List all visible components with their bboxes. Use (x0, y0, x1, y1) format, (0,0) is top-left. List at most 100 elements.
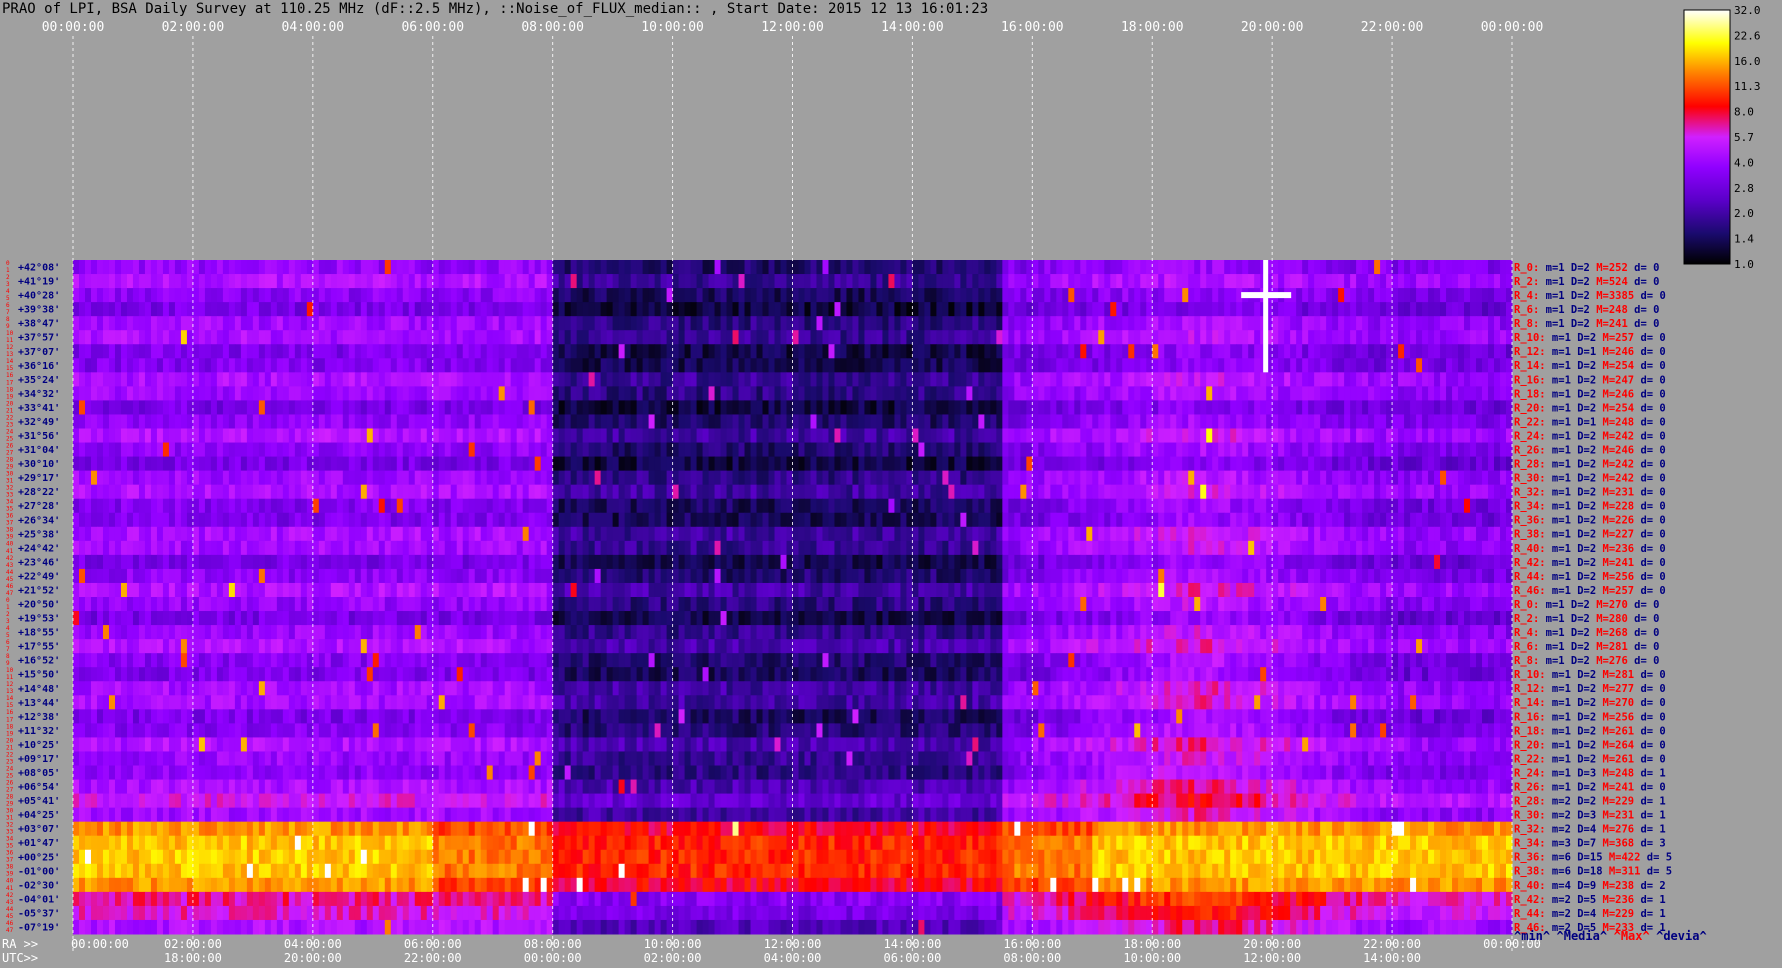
heat-cell (354, 344, 362, 359)
heat-cell (414, 512, 422, 528)
heat-cell (1428, 260, 1435, 275)
heat-cell (1002, 358, 1009, 373)
heat-cell (1038, 512, 1045, 528)
heat-cell (900, 288, 907, 303)
heat-cell (1122, 330, 1129, 345)
heat-cell (1482, 498, 1489, 514)
heat-cell (1440, 330, 1447, 345)
heat-cell (936, 498, 943, 514)
heat-cell (798, 484, 805, 500)
heat-cell (450, 372, 458, 387)
heat-cell (1482, 442, 1489, 458)
heat-cell (570, 498, 578, 514)
heat-cell (1170, 288, 1177, 303)
heat-cell (462, 288, 470, 303)
heat-cell (1392, 288, 1399, 303)
heat-cell (960, 372, 967, 387)
heat-cell (420, 316, 428, 331)
heat-cell (180, 540, 188, 556)
heat-cell (798, 498, 805, 514)
heat-cell (720, 428, 728, 444)
heat-cell (564, 512, 572, 528)
heat-cell (984, 484, 991, 500)
heat-cell (84, 512, 92, 528)
heat-cell (150, 316, 158, 331)
heat-cell (258, 358, 266, 373)
heat-cell (504, 260, 512, 275)
heat-cell (1326, 288, 1333, 303)
heat-cell (372, 526, 380, 542)
heat-cell (1020, 400, 1027, 415)
heat-cell (1104, 316, 1111, 331)
heat-cell (714, 498, 722, 514)
heat-cell (1488, 512, 1495, 528)
heat-cell (510, 400, 518, 415)
heat-cell (1152, 316, 1159, 331)
heat-cell (984, 274, 991, 289)
heat-cell (150, 372, 158, 387)
heat-cell (1164, 344, 1171, 359)
heat-cell (348, 442, 356, 458)
heat-cell (1362, 484, 1369, 500)
heat-cell (1320, 526, 1327, 542)
heat-cell (648, 302, 656, 317)
heat-cell (1038, 316, 1045, 331)
heat-cell (1092, 484, 1099, 500)
heat-cell (150, 512, 158, 528)
heat-cell (630, 302, 638, 317)
heat-cell (1182, 358, 1189, 373)
heat-cell (444, 274, 452, 289)
heat-cell (690, 498, 698, 514)
heat-cell (954, 274, 961, 289)
heat-cell (594, 498, 602, 514)
heat-cell (732, 400, 740, 415)
heat-cell (816, 442, 823, 458)
heat-cell (1092, 316, 1099, 331)
heat-cell (588, 498, 596, 514)
heat-cell (79, 274, 86, 289)
heat-cell (1182, 414, 1189, 429)
heat-cell (1140, 428, 1147, 444)
heat-cell (192, 274, 200, 289)
heat-cell (276, 316, 284, 331)
heat-cell (324, 540, 332, 556)
heat-cell (978, 512, 985, 528)
heat-cell (1278, 414, 1285, 429)
heat-cell (108, 540, 116, 556)
heat-cell (330, 344, 338, 359)
heat-cell (474, 540, 482, 556)
heat-cell (1368, 344, 1375, 359)
heat-cell (930, 344, 937, 359)
heat-cell (1326, 428, 1333, 444)
heat-cell (1302, 470, 1309, 486)
heat-cell (684, 498, 692, 514)
heat-cell (630, 414, 638, 429)
heat-cell (1326, 372, 1333, 387)
heat-cell (1050, 274, 1057, 289)
heat-cell (1152, 260, 1159, 275)
heat-cell (732, 302, 740, 317)
heat-cell (180, 442, 188, 458)
heat-cell (1218, 498, 1225, 514)
heat-cell (390, 470, 398, 486)
heat-cell (678, 330, 686, 345)
heat-cell (1182, 442, 1189, 458)
heat-cell (1224, 274, 1231, 289)
heat-cell (1050, 386, 1057, 401)
heat-cell (102, 540, 110, 556)
heat-cell (318, 428, 326, 444)
heat-cell (756, 512, 764, 528)
heat-cell (726, 260, 734, 275)
heat-cell (924, 456, 931, 472)
heat-cell (276, 428, 284, 444)
heat-cell (474, 358, 482, 373)
heat-cell (366, 260, 374, 275)
heat-cell (1284, 512, 1291, 528)
heat-cell (1092, 428, 1099, 444)
heat-cell (1440, 372, 1447, 387)
heat-cell (498, 414, 506, 429)
heat-cell (1074, 386, 1081, 401)
heat-cell (876, 288, 883, 303)
heat-cell (246, 484, 254, 500)
heat-cell (1218, 302, 1225, 317)
